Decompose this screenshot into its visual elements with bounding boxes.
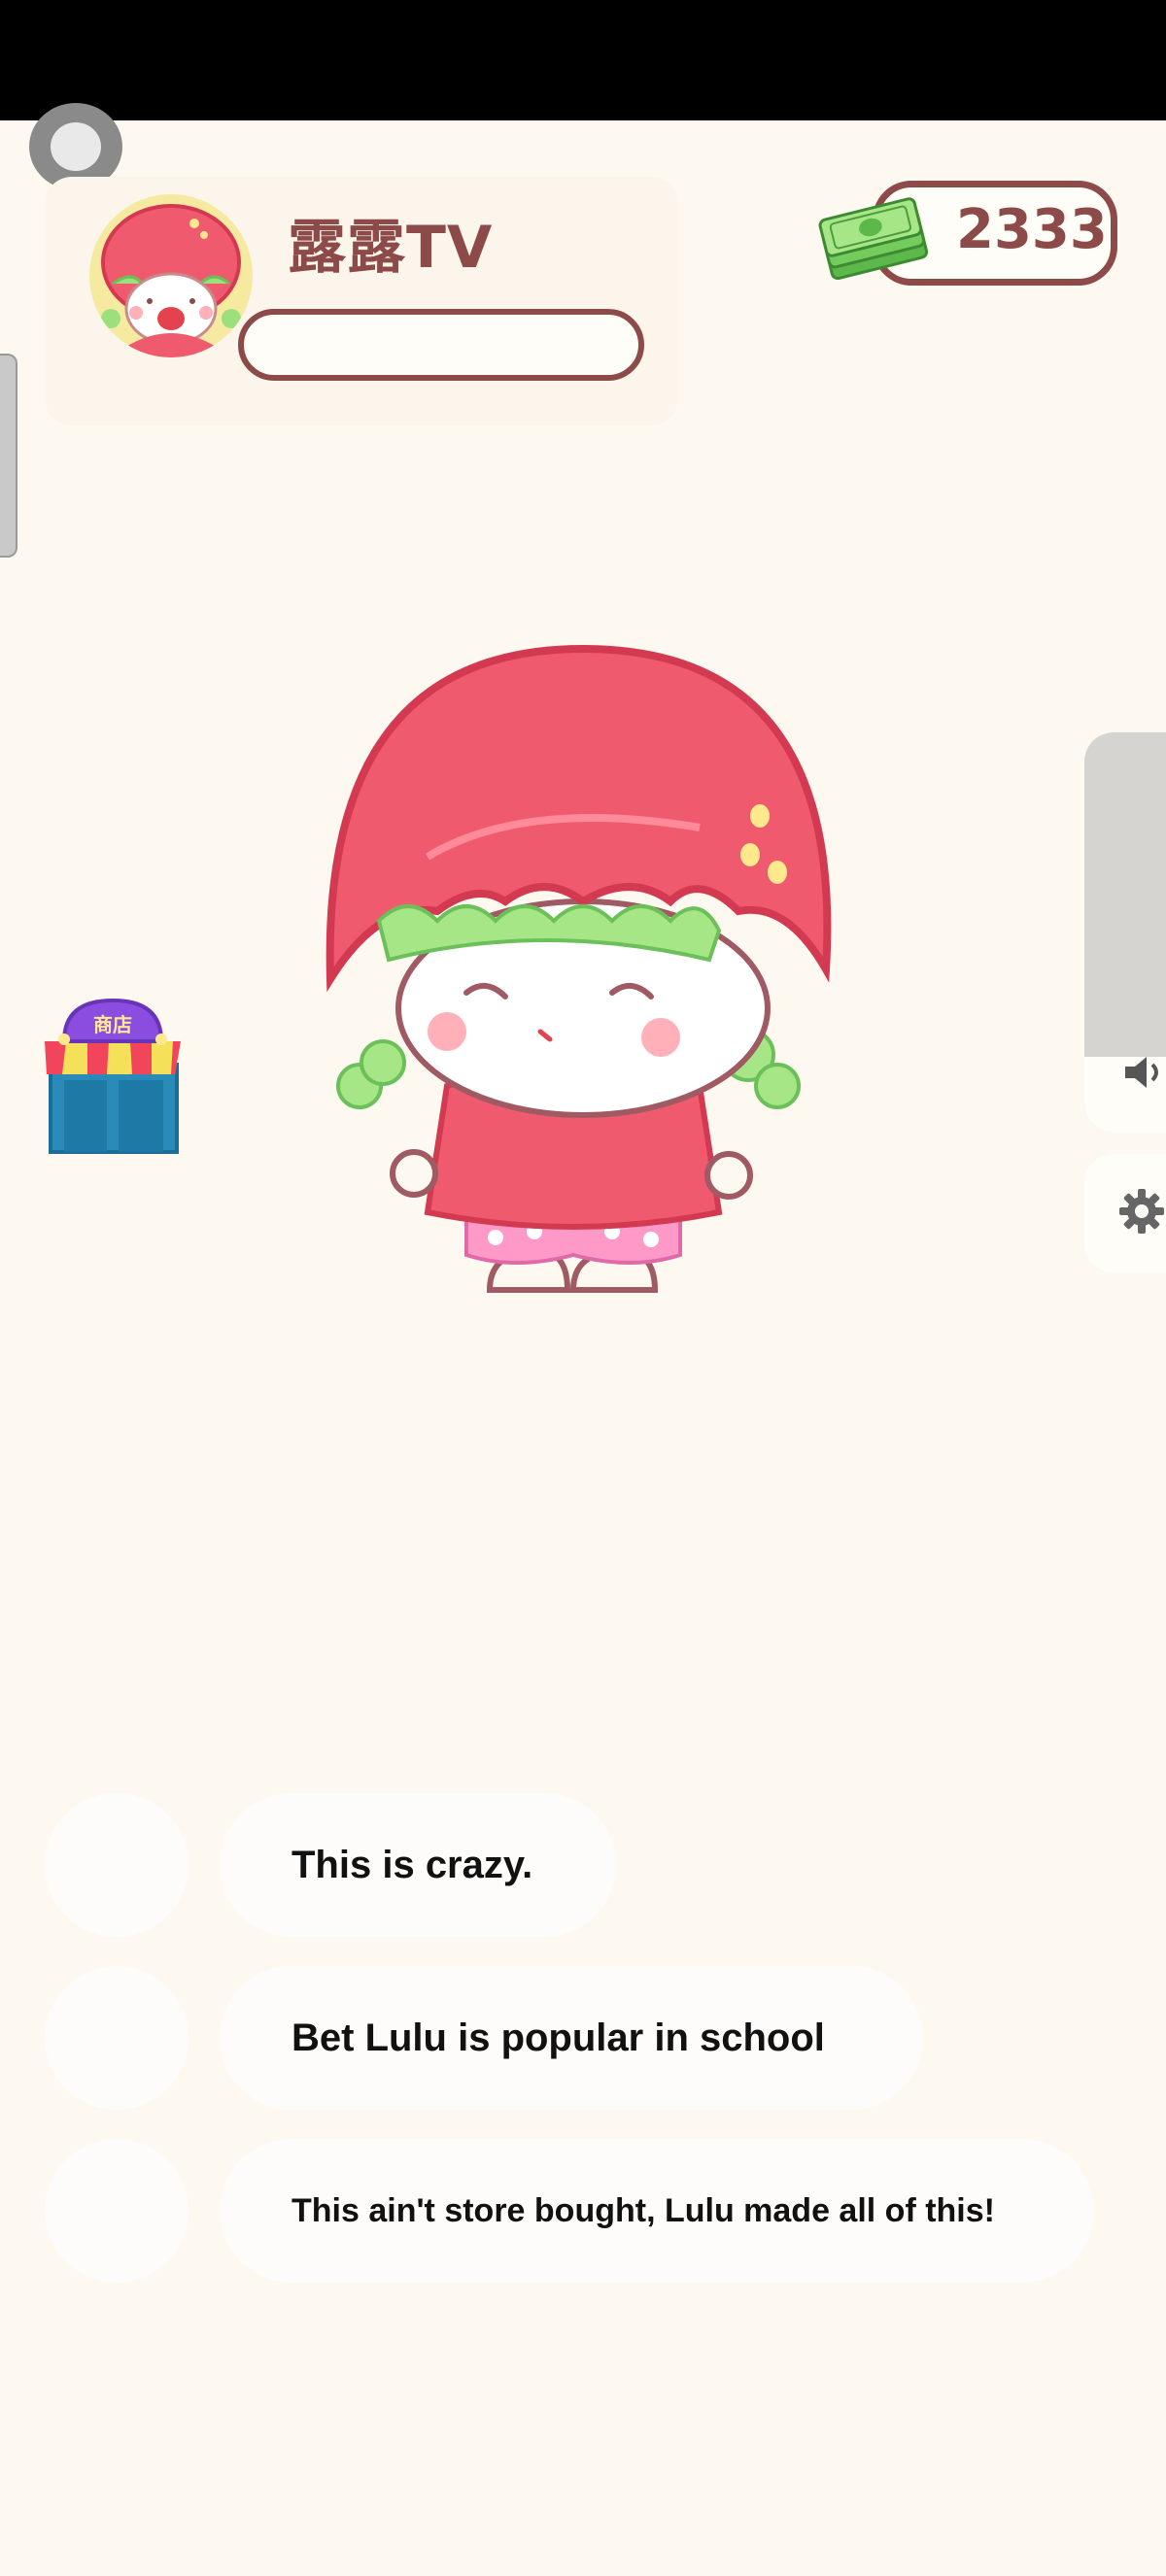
strawberry-girl-character[interactable] (321, 629, 853, 1309)
strawberry-girl-avatar-icon[interactable] (89, 194, 253, 357)
profile-name: 露露TV (288, 214, 494, 282)
status-bar (0, 0, 1166, 120)
comment-bubble: This is crazy. (220, 1793, 616, 1937)
currency-value: 2333 (956, 198, 1108, 261)
comment-bubble: Bet Lulu is popular in school (220, 1966, 923, 2110)
comment-avatar (45, 1793, 189, 1937)
shop-storefront-icon[interactable]: 商店 (31, 987, 194, 1156)
comment-bubble: This ain't store bought, Lulu made all o… (220, 2139, 1094, 2283)
shop-sign-label: 商店 (93, 1013, 132, 1036)
experience-progress-bar (238, 309, 644, 381)
left-edge-tab[interactable] (0, 354, 17, 558)
cash-stack-icon (818, 190, 933, 281)
volume-icon[interactable] (1119, 1049, 1166, 1096)
gear-icon[interactable] (1117, 1187, 1166, 1236)
comment-avatar (45, 1966, 189, 2110)
comment-avatar (45, 2139, 189, 2283)
